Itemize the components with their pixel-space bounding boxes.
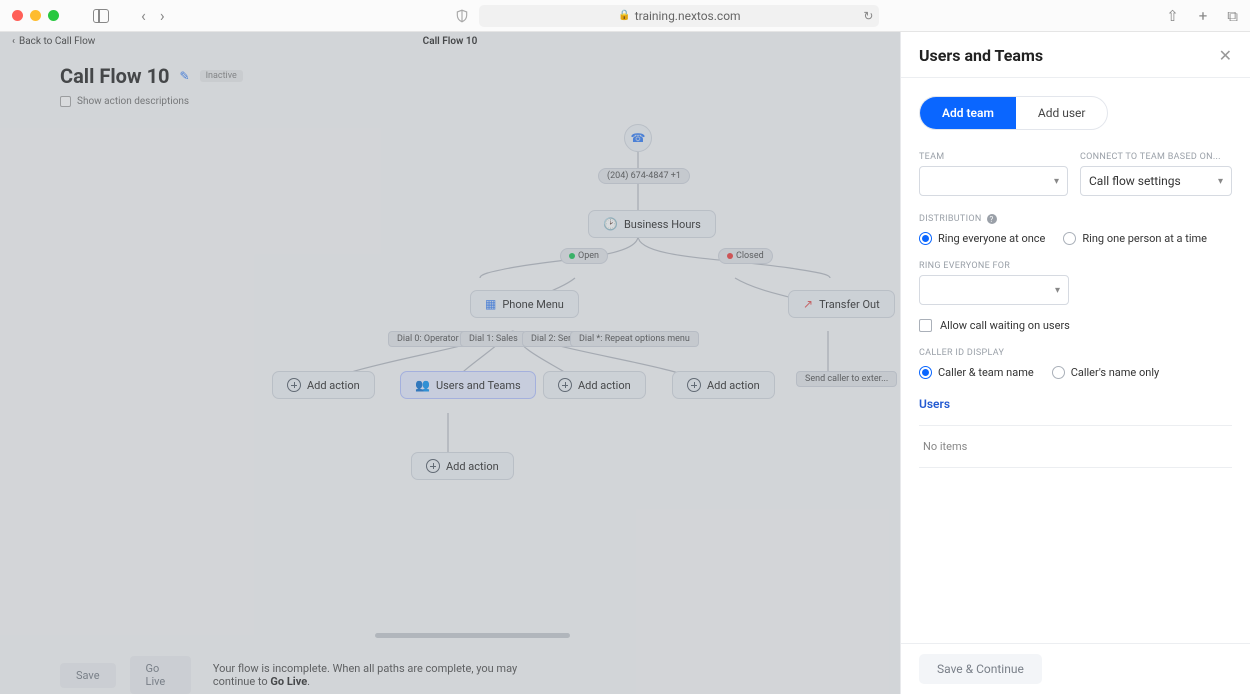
add-team-user-tabs: Add team Add user (919, 96, 1108, 130)
share-icon[interactable]: ⇧ (1166, 7, 1179, 25)
add-action-node-3[interactable]: Add action (543, 371, 646, 399)
transfer-icon: ↗ (803, 297, 813, 311)
checkbox-icon (919, 319, 932, 332)
users-heading: Users (919, 397, 1232, 411)
close-panel-icon[interactable]: ✕ (1219, 46, 1232, 65)
clock-icon: 🕑 (603, 217, 618, 231)
flow-canvas: ‹ Back to Call Flow Call Flow 10 Call Fl… (0, 32, 900, 694)
sidebar-toggle-icon[interactable] (93, 9, 109, 23)
users-icon: 👥 (415, 378, 430, 392)
ring-everyone-for-label: RING EVERYONE FOR (919, 261, 1010, 271)
flow-status-message: Your flow is incomplete. When all paths … (213, 662, 540, 688)
add-action-node-1[interactable]: Add action (272, 371, 375, 399)
edit-title-icon[interactable]: ✎ (180, 69, 190, 83)
phone-number-pill[interactable]: (204) 674-4847 +1 (598, 168, 690, 184)
lock-icon: 🔒 (618, 10, 630, 21)
users-teams-node[interactable]: 👥 Users and Teams (400, 371, 536, 399)
plus-icon (426, 459, 440, 473)
users-empty-text: No items (923, 440, 1228, 453)
tab-add-user[interactable]: Add user (1016, 97, 1108, 129)
bottom-action-bar: Save Go Live Your flow is incomplete. Wh… (60, 656, 540, 694)
flow-title: Call Flow 10 (60, 64, 170, 88)
new-tab-icon[interactable]: + (1199, 7, 1208, 25)
phone-start-node[interactable]: ☎ (624, 124, 652, 152)
phone-menu-node[interactable]: ▦ Phone Menu (470, 290, 579, 318)
business-hours-node[interactable]: 🕑 Business Hours (588, 210, 716, 238)
checkbox-icon (60, 96, 71, 107)
radio-ring-one[interactable]: Ring one person at a time (1063, 232, 1207, 245)
transfer-out-node[interactable]: ↗ Transfer Out (788, 290, 895, 318)
info-icon[interactable]: ? (987, 214, 997, 224)
panel-title: Users and Teams (919, 46, 1043, 65)
connect-basis-select[interactable]: Call flow settings ▾ (1080, 166, 1232, 196)
connect-basis-value: Call flow settings (1089, 174, 1181, 188)
tab-add-team[interactable]: Add team (920, 97, 1016, 129)
chevron-left-icon: ‹ (12, 36, 15, 47)
dial-1-pill[interactable]: Dial 1: Sales (460, 331, 527, 347)
open-dot-icon (569, 253, 575, 259)
url-host: training.nextos.com (635, 9, 741, 23)
back-to-call-flow-link[interactable]: ‹ Back to Call Flow (12, 36, 95, 47)
caller-id-label: CALLER ID DISPLAY (919, 348, 1004, 358)
maximize-window-icon[interactable] (48, 10, 59, 21)
chevron-down-icon: ▾ (1054, 176, 1059, 187)
close-window-icon[interactable] (12, 10, 23, 21)
tab-overview-icon[interactable]: ⧉ (1227, 7, 1238, 25)
status-badge: Inactive (200, 70, 243, 82)
radio-ring-everyone[interactable]: Ring everyone at once (919, 232, 1045, 245)
allow-call-waiting-checkbox[interactable]: Allow call waiting on users (919, 319, 1232, 332)
add-action-node-below[interactable]: Add action (411, 452, 514, 480)
page-center-title: Call Flow 10 (423, 36, 478, 47)
phone-icon: ☎ (631, 131, 646, 145)
distribution-label: DISTRIBUTION (919, 214, 982, 224)
window-controls (12, 10, 59, 21)
privacy-shield-icon[interactable] (455, 9, 469, 23)
nav-forward-icon[interactable]: › (156, 4, 169, 27)
dial-repeat-pill[interactable]: Dial *: Repeat options menu (570, 331, 699, 347)
add-action-node-4[interactable]: Add action (672, 371, 775, 399)
team-select[interactable]: ▾ (919, 166, 1068, 196)
nav-back-icon[interactable]: ‹ (137, 4, 150, 27)
go-live-button[interactable]: Go Live (130, 656, 191, 694)
chevron-down-icon: ▾ (1055, 285, 1060, 296)
open-branch-pill[interactable]: Open (560, 248, 608, 264)
users-teams-panel: Users and Teams ✕ Add team Add user TEAM… (900, 32, 1250, 694)
address-bar[interactable]: 🔒 training.nextos.com ↻ (479, 5, 879, 27)
plus-icon (287, 378, 301, 392)
dial-0-pill[interactable]: Dial 0: Operator (388, 331, 468, 347)
browser-toolbar: ‹ › 🔒 training.nextos.com ↻ ⇧ + ⧉ (0, 0, 1250, 32)
ring-everyone-for-select[interactable]: ▾ (919, 275, 1069, 305)
save-continue-button[interactable]: Save & Continue (919, 654, 1042, 684)
reload-icon[interactable]: ↻ (863, 9, 873, 23)
show-descriptions-checkbox[interactable]: Show action descriptions (0, 92, 900, 111)
radio-caller-team[interactable]: Caller & team name (919, 366, 1034, 379)
send-caller-ext-pill[interactable]: Send caller to exter... (796, 371, 897, 387)
save-button[interactable]: Save (60, 663, 116, 688)
radio-caller-name-only[interactable]: Caller's name only (1052, 366, 1160, 379)
plus-icon (687, 378, 701, 392)
team-label: TEAM (919, 152, 1068, 162)
plus-icon (558, 378, 572, 392)
horizontal-scrollbar[interactable] (375, 633, 570, 638)
closed-dot-icon (727, 253, 733, 259)
minimize-window-icon[interactable] (30, 10, 41, 21)
chevron-down-icon: ▾ (1218, 176, 1223, 187)
menu-icon: ▦ (485, 297, 496, 311)
connect-label: CONNECT TO TEAM BASED ON... (1080, 152, 1232, 162)
closed-branch-pill[interactable]: Closed (718, 248, 773, 264)
